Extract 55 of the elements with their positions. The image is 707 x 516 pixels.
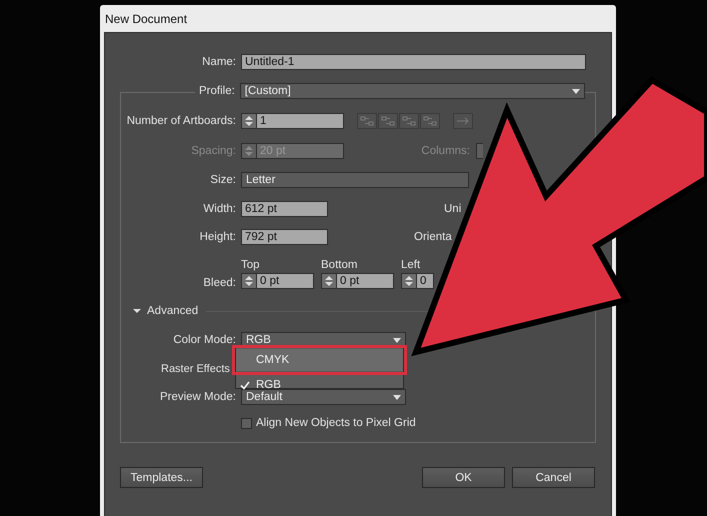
layout-icon[interactable]	[357, 113, 377, 129]
number-field[interactable]: 1	[256, 113, 344, 129]
dialog-button[interactable]: Templates...	[120, 467, 203, 488]
number-field[interactable]: 0 pt	[256, 273, 314, 289]
field-label: Color Mode:	[172, 334, 237, 346]
stepper-arrows-icon	[245, 275, 253, 287]
number-field[interactable]: 0 pt	[336, 273, 394, 289]
dialog-button[interactable]: OK	[422, 467, 505, 488]
checkbox[interactable]	[241, 418, 252, 428]
color-mode-dropdown[interactable]: RGB	[241, 332, 406, 348]
field-label: Left	[401, 259, 422, 272]
advanced-toggle[interactable]: Advanced	[133, 305, 198, 317]
layout-icon[interactable]	[399, 113, 419, 129]
field-label: Bottom	[321, 259, 358, 272]
stepper[interactable]	[401, 273, 416, 289]
caret-icon	[393, 394, 401, 400]
name-field[interactable]: Untitled-1	[241, 54, 586, 70]
field-label: Width:	[202, 203, 237, 215]
caret-icon	[393, 338, 401, 342]
caret-icon	[133, 307, 141, 315]
layout-icon[interactable]	[420, 113, 440, 129]
height-field[interactable]: 792 pt	[241, 229, 328, 245]
field-label: Preview Mode:	[158, 391, 237, 403]
layout-icon[interactable]	[453, 113, 473, 129]
stepper-arrows-icon	[325, 275, 333, 287]
field-label: Spacing:	[190, 145, 237, 157]
width-field[interactable]: 612 pt	[241, 201, 328, 217]
field-label: Orienta	[414, 231, 452, 243]
profile-dropdown[interactable]: [Custom]	[240, 83, 585, 99]
field-label: Top	[241, 259, 261, 272]
field-label: Size:	[209, 174, 237, 186]
check-icon	[240, 380, 250, 390]
field-label: Number of Artboards:	[126, 115, 237, 127]
layout-icon[interactable]	[378, 113, 398, 129]
field-label: Profile:	[195, 85, 240, 97]
size-dropdown[interactable]: Letter	[241, 172, 469, 188]
field-label: Columns:	[420, 145, 471, 157]
menu-item[interactable]: CMYK	[236, 349, 403, 371]
caret-icon	[572, 88, 580, 94]
stepper[interactable]	[321, 273, 336, 289]
stepper[interactable]	[241, 113, 256, 129]
stepper-arrows-icon	[405, 275, 413, 287]
window-title: New Document	[105, 12, 188, 26]
field-label: Raster Effects	[160, 363, 231, 375]
field-label: Name:	[201, 56, 237, 68]
stepper-arrows-icon	[245, 145, 253, 157]
preview-mode-dropdown[interactable]: Default	[241, 389, 406, 405]
stepper-arrows-icon	[245, 115, 253, 127]
dialog-button[interactable]: Cancel	[512, 467, 595, 488]
stepper[interactable]	[241, 273, 256, 289]
field-label: Height:	[198, 231, 237, 243]
field-label: Uni	[444, 203, 462, 215]
checkbox-label: Align New Objects to Pixel Grid	[256, 417, 416, 429]
number-field[interactable]: 0	[416, 273, 434, 289]
field-label: Bleed:	[202, 277, 237, 289]
